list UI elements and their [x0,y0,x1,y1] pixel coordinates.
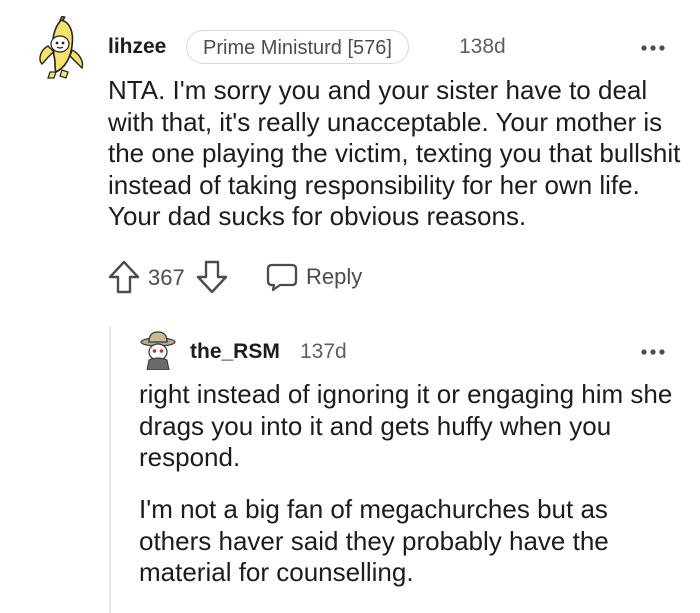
more-options-icon[interactable] [641,344,665,355]
thread-line[interactable] [109,326,111,613]
reply-username[interactable]: the_RSM [190,339,280,365]
reply-body-paragraph: I'm not a big fan of megachurches but as… [139,494,609,587]
speech-bubble-icon [266,262,298,292]
reply-label: Reply [306,264,363,289]
comment-timestamp[interactable]: 138d [459,34,506,60]
cowboy-avatar-icon[interactable] [139,330,177,371]
reply-timestamp[interactable]: 137d [300,339,347,365]
comment-action-bar: 367 Reply [108,258,408,298]
banana-avatar-icon[interactable] [34,15,88,80]
comment-body: NTA. I'm sorry you and your sister have … [108,75,681,231]
downvote-arrow-icon[interactable] [196,260,228,294]
reply-body-paragraph: right instead of ignoring it or engaging… [139,379,673,472]
vote-count: 367 [148,265,185,290]
more-options-icon[interactable] [641,40,665,51]
user-flair-badge: Prime Ministurd [576] [186,30,409,64]
reply-button[interactable]: Reply [266,258,376,296]
comment-thread: lihzee Prime Ministurd [576] 138d NTA. I… [0,0,700,613]
upvote-arrow-icon[interactable] [108,260,140,294]
comment-username[interactable]: lihzee [108,34,166,60]
